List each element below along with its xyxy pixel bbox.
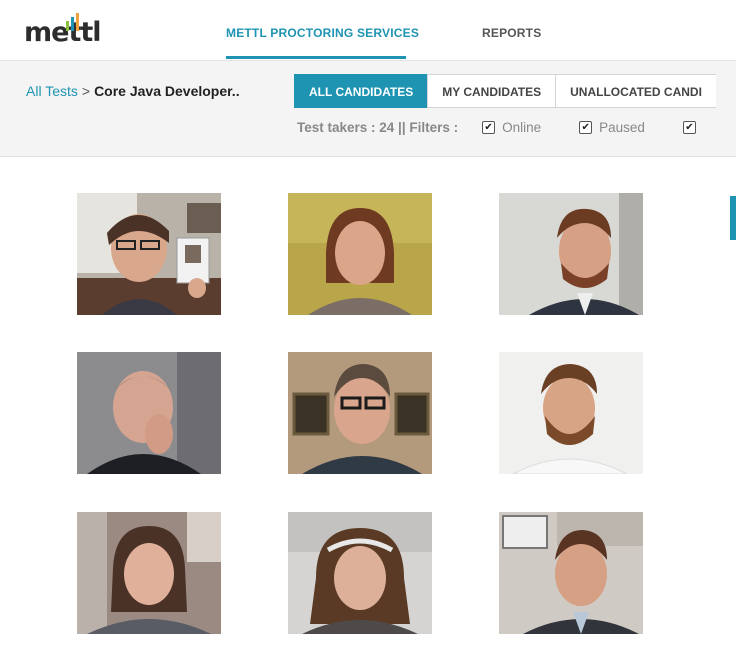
- checkbox-checked-icon[interactable]: ✔: [482, 121, 496, 134]
- breadcrumb-separator: >: [81, 83, 91, 99]
- webcam-feed-icon: [77, 512, 221, 634]
- breadcrumb-current-test: Core Java Developer..: [94, 83, 240, 99]
- tab-all-candidates[interactable]: ALL CANDIDATES: [294, 74, 429, 108]
- tab-unallocated-candidates[interactable]: UNALLOCATED CANDI: [555, 74, 716, 108]
- candidate-tile[interactable]: [77, 193, 221, 315]
- webcam-feed-icon: [499, 352, 643, 474]
- checkbox-checked-icon[interactable]: ✔: [579, 121, 593, 134]
- candidate-tile[interactable]: [499, 193, 643, 315]
- logo-bars-icon: [66, 13, 79, 31]
- candidate-tabs: ALL CANDIDATES MY CANDIDATES UNALLOCATED…: [294, 74, 716, 108]
- candidate-tile[interactable]: [77, 512, 221, 634]
- side-panel-edge: [730, 196, 736, 240]
- breadcrumb: All Tests > Core Java Developer..: [26, 83, 240, 99]
- webcam-feed-icon: [499, 512, 643, 634]
- mettl-logo[interactable]: mettl: [24, 13, 102, 48]
- candidate-tile[interactable]: [499, 352, 643, 474]
- filter-paused-label: Paused: [599, 120, 645, 135]
- filter-third[interactable]: ✔: [682, 121, 703, 134]
- top-navigation: mettl METTL PROCTORING SERVICES REPORTS: [0, 0, 736, 61]
- webcam-feed-icon: [77, 193, 221, 315]
- filter-online-label: Online: [502, 120, 542, 135]
- candidate-tile[interactable]: [77, 352, 221, 474]
- candidate-tile[interactable]: [499, 512, 643, 634]
- webcam-feed-icon: [288, 193, 432, 315]
- candidate-tile[interactable]: [288, 512, 432, 634]
- nav-proctoring-services[interactable]: METTL PROCTORING SERVICES: [226, 26, 419, 40]
- checkbox-checked-icon[interactable]: ✔: [682, 121, 696, 134]
- candidate-tile[interactable]: [288, 352, 432, 474]
- webcam-feed-icon: [288, 512, 432, 634]
- webcam-feed-icon: [288, 352, 432, 474]
- tab-my-candidates[interactable]: MY CANDIDATES: [427, 74, 557, 108]
- nav-reports[interactable]: REPORTS: [482, 26, 541, 40]
- candidate-tile[interactable]: [288, 193, 432, 315]
- test-takers-summary: Test takers : 24 || Filters :: [297, 120, 459, 135]
- filter-bar: Test takers : 24 || Filters : ✔ Online ✔…: [297, 120, 703, 135]
- webcam-feed-icon: [499, 193, 643, 315]
- test-header: All Tests > Core Java Developer.. ALL CAND…: [0, 61, 736, 157]
- filter-online[interactable]: ✔ Online: [482, 120, 541, 135]
- filter-paused[interactable]: ✔ Paused: [579, 120, 645, 135]
- breadcrumb-all-tests[interactable]: All Tests: [26, 83, 78, 99]
- logo-text: mettl: [24, 17, 102, 48]
- webcam-feed-icon: [77, 352, 221, 474]
- active-nav-indicator: [226, 56, 406, 59]
